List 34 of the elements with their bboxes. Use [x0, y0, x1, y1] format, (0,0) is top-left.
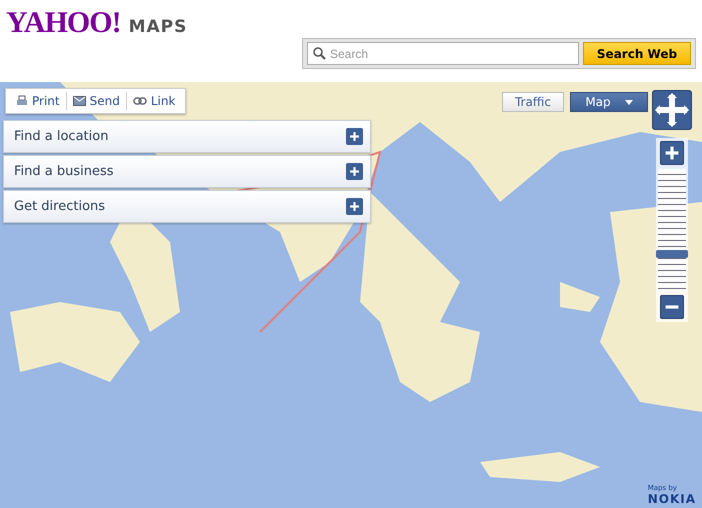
- zoom-out-button[interactable]: [660, 295, 684, 319]
- search-field[interactable]: Search: [307, 42, 579, 65]
- panel-header[interactable]: Find a business: [3, 155, 371, 188]
- map-type-tab[interactable]: Traffic: [502, 92, 564, 112]
- zoom-in-button[interactable]: [660, 141, 684, 165]
- panel-header[interactable]: Find a location: [3, 120, 371, 153]
- expand-icon[interactable]: [346, 128, 363, 145]
- printer-icon: [16, 95, 28, 107]
- toolbar-button[interactable]: Link: [126, 92, 182, 110]
- pan-control[interactable]: [652, 90, 692, 130]
- zoom-slider[interactable]: [658, 169, 686, 291]
- product-title: MAPS: [128, 17, 188, 37]
- toolbar-button[interactable]: Send: [66, 92, 126, 110]
- search-icon: [313, 47, 326, 60]
- plus-icon: [349, 201, 360, 212]
- zoom-in-icon: [664, 145, 680, 161]
- caret-icon: [624, 100, 633, 104]
- panel-title: Find a location: [14, 129, 108, 144]
- expand-icon[interactable]: [346, 198, 363, 215]
- panel-title: Get directions: [14, 199, 106, 214]
- provider-logo: NOKIA: [648, 492, 696, 506]
- panel-header[interactable]: Get directions: [3, 190, 371, 223]
- panel-title: Find a business: [14, 164, 114, 179]
- expand-icon[interactable]: [346, 163, 363, 180]
- plus-icon: [349, 131, 360, 142]
- toolbar-button[interactable]: Print: [10, 92, 66, 110]
- envelope-icon: [72, 96, 86, 106]
- link-icon: [132, 97, 147, 105]
- map-type-tab[interactable]: Map: [570, 92, 648, 112]
- search-web-button[interactable]: Search Web: [583, 42, 691, 65]
- pan-arrows-icon: [655, 93, 689, 127]
- zoom-slider-thumb[interactable]: [656, 250, 688, 258]
- logo[interactable]: YAHOO!: [6, 6, 121, 40]
- plus-icon: [349, 166, 360, 177]
